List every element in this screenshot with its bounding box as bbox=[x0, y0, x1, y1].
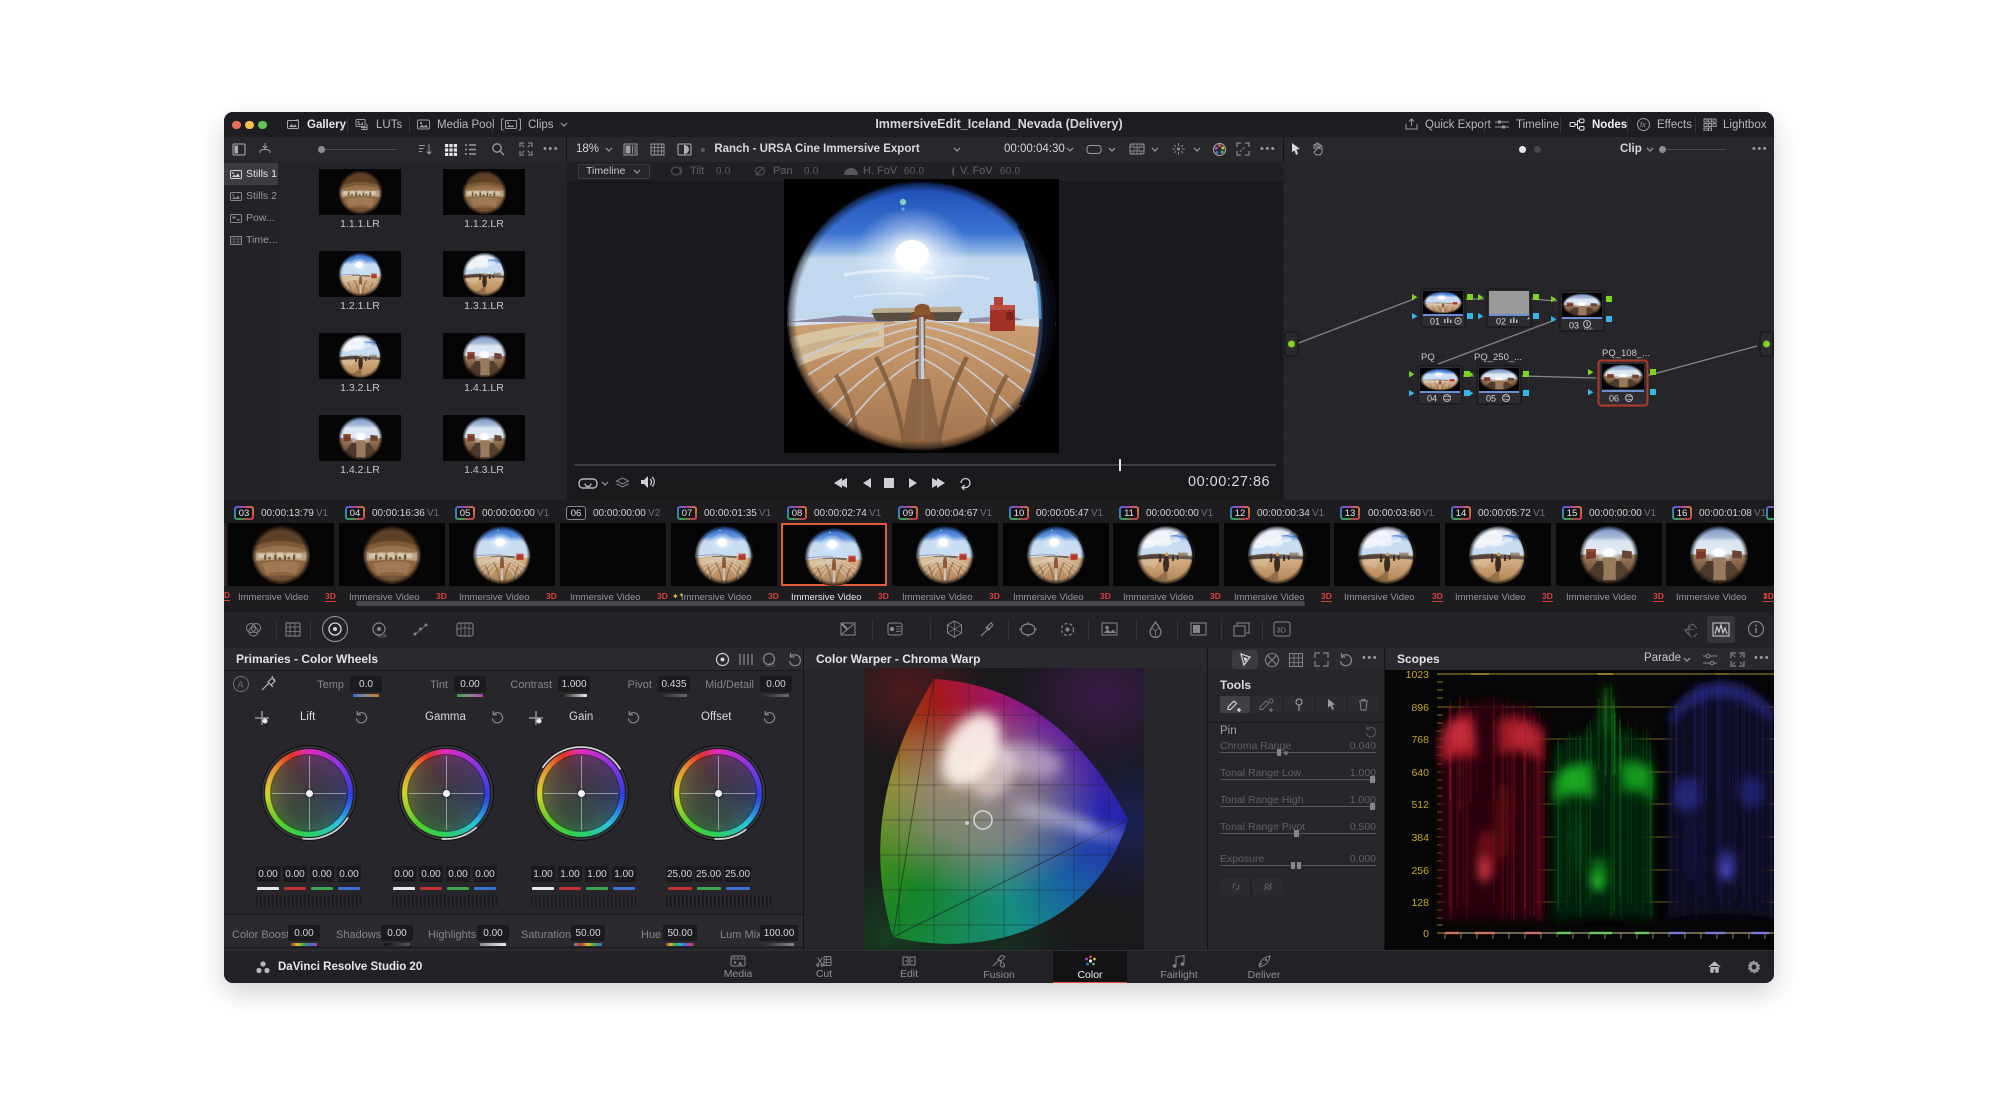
svg-text:640: 640 bbox=[1411, 767, 1429, 779]
svg-text:256: 256 bbox=[1411, 865, 1429, 877]
svg-text:PQ: PQ bbox=[1421, 352, 1435, 363]
svg-text:1023: 1023 bbox=[1406, 670, 1430, 681]
svg-text:03: 03 bbox=[1569, 321, 1579, 331]
svg-text:PQ_250_...: PQ_250_... bbox=[1474, 352, 1522, 363]
svg-text:0: 0 bbox=[1423, 928, 1429, 940]
svg-text:512: 512 bbox=[1411, 799, 1429, 811]
svg-text:PQ_108_...: PQ_108_... bbox=[1602, 348, 1650, 359]
svg-text:A: A bbox=[238, 680, 244, 690]
svg-text:HQ: HQ bbox=[1134, 146, 1141, 151]
svg-text:06: 06 bbox=[1609, 394, 1619, 404]
svg-text:896: 896 bbox=[1411, 702, 1429, 714]
svg-text:LOG: LOG bbox=[766, 663, 776, 668]
svg-text:384: 384 bbox=[1411, 832, 1429, 844]
svg-text:HDR: HDR bbox=[1584, 326, 1593, 331]
svg-text:01: 01 bbox=[1430, 317, 1440, 327]
svg-text:128: 128 bbox=[1411, 897, 1429, 909]
svg-text:3D: 3D bbox=[1277, 626, 1287, 635]
svg-text:02: 02 bbox=[1496, 317, 1506, 327]
svg-text:fx: fx bbox=[1640, 120, 1646, 129]
svg-text:⤢: ⤢ bbox=[1240, 147, 1245, 154]
svg-text:HDR: HDR bbox=[377, 634, 387, 639]
svg-text:768: 768 bbox=[1411, 734, 1429, 746]
svg-text:05: 05 bbox=[1486, 394, 1496, 404]
svg-text:04: 04 bbox=[1427, 394, 1437, 404]
